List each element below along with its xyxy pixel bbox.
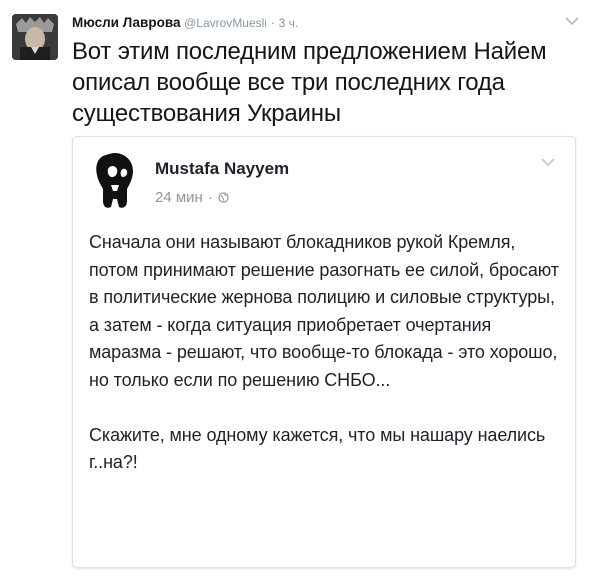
chevron-down-icon[interactable] (541, 157, 555, 167)
author-name[interactable]: Мюсли Лаврова (72, 15, 180, 30)
avatar-image (12, 14, 58, 60)
fb-post-paragraph: Сначала они называют блокадников рукой К… (89, 232, 559, 390)
globe-icon (218, 192, 229, 203)
author-handle[interactable]: @LavrovMuesli (184, 16, 267, 30)
fb-post-meta: 24 мин · (155, 189, 229, 206)
fb-post-paragraph: Скажите, мне одному кажется, что мы наша… (89, 424, 546, 473)
author-avatar[interactable] (12, 14, 58, 60)
header-separator: · (270, 15, 275, 30)
fb-author-name[interactable]: Mustafa Nayyem (155, 159, 289, 179)
fb-author-avatar[interactable] (91, 149, 137, 213)
chevron-down-icon[interactable] (565, 16, 579, 26)
fb-post-body: Сначала они называют блокадников рукой К… (89, 229, 559, 477)
embedded-facebook-post[interactable]: Mustafa Nayyem 24 мин · Сначала они назы… (72, 136, 576, 568)
tweet-header: Мюсли Лаврова @LavrovMuesli · 3 ч. (72, 14, 298, 32)
tweet: Мюсли Лаврова @LavrovMuesli · 3 ч. Вот э… (0, 0, 595, 583)
tweet-text: Вот этим последним предложением Найем оп… (72, 38, 547, 127)
fb-post-time[interactable]: 24 мин (155, 189, 203, 206)
tweet-time[interactable]: 3 ч. (279, 16, 299, 30)
fb-meta-separator: · (207, 189, 213, 206)
